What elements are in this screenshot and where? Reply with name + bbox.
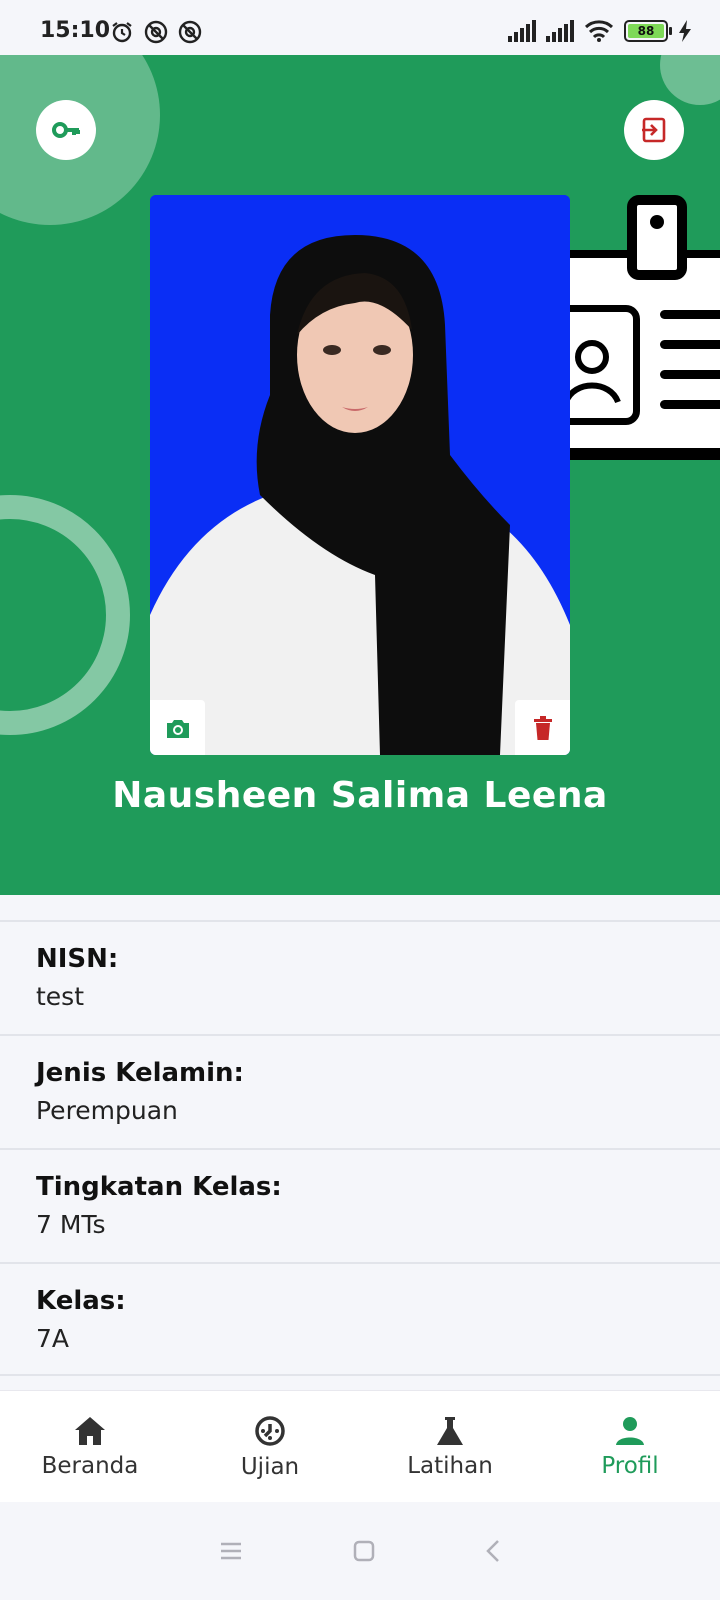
home-square-icon[interactable]: [353, 1540, 375, 1562]
info-item-nisn: NISN: test: [0, 920, 720, 1034]
status-notification-icons: [110, 20, 202, 44]
info-value: 7 MTs: [36, 1210, 106, 1239]
wifi-icon: [584, 20, 614, 42]
delete-photo-button[interactable]: [515, 700, 570, 755]
id-card-clip: [627, 195, 687, 280]
battery-icon: 88: [624, 20, 672, 42]
signal-icon: [508, 20, 536, 42]
info-value: Perempuan: [36, 1096, 178, 1125]
logout-icon: [642, 117, 666, 143]
student-info-list: NISN: test Jenis Kelamin: Perempuan Ting…: [0, 920, 720, 1376]
profile-photo: [150, 195, 570, 755]
change-password-button[interactable]: [36, 100, 96, 160]
info-value: 7A: [36, 1324, 70, 1353]
info-label: NISN:: [36, 944, 119, 974]
logout-button[interactable]: [624, 100, 684, 160]
info-label: Jenis Kelamin:: [36, 1058, 244, 1088]
alarm-icon: [112, 22, 132, 43]
status-time: 15:10: [40, 18, 111, 43]
camera-icon: [166, 719, 189, 738]
student-name: Nausheen Salima Leena: [112, 775, 608, 816]
nav-item-ujian[interactable]: Ujian: [180, 1391, 360, 1502]
home-icon: [75, 1416, 105, 1445]
status-bar: 15:10 88: [0, 0, 720, 55]
battery-level: 88: [628, 24, 664, 38]
nav-label: Ujian: [240, 1453, 300, 1480]
info-item-grade-level: Tingkatan Kelas: 7 MTs: [0, 1148, 720, 1262]
nav-item-profil[interactable]: Profil: [540, 1391, 720, 1502]
id-card-line: [660, 400, 720, 409]
flask-icon: [437, 1416, 463, 1445]
sync-icon: [144, 20, 168, 44]
profile-screen: 15:10 88 Nausheen Salima Leena NISN: tes…: [0, 0, 720, 1600]
info-label: Kelas:: [36, 1286, 126, 1316]
info-item-gender: Jenis Kelamin: Perempuan: [0, 1034, 720, 1148]
info-label: Tingkatan Kelas:: [36, 1172, 282, 1202]
profile-header: Nausheen Salima Leena: [0, 55, 720, 895]
menu-icon[interactable]: [219, 1541, 243, 1561]
info-value: test: [36, 982, 85, 1011]
info-item-class: Kelas: 7A: [0, 1262, 720, 1376]
decorative-ring: [0, 495, 130, 735]
nav-label: Latihan: [407, 1452, 493, 1479]
nav-label: Beranda: [41, 1452, 139, 1479]
sync-icon: [178, 20, 202, 44]
system-navigation-bar: [0, 1502, 720, 1600]
person-portrait: [150, 195, 570, 755]
id-card-line: [660, 370, 720, 379]
key-icon: [52, 122, 80, 138]
trash-icon: [533, 715, 552, 740]
nav-item-beranda[interactable]: Beranda: [0, 1391, 180, 1502]
nav-item-latihan[interactable]: Latihan: [360, 1391, 540, 1502]
nav-label: Profil: [601, 1452, 659, 1479]
timer-icon: [255, 1415, 285, 1446]
back-icon[interactable]: [485, 1539, 501, 1563]
status-system-icons: 88: [508, 20, 692, 42]
change-photo-button[interactable]: [150, 700, 205, 755]
id-card-line: [660, 310, 720, 319]
charging-icon: [679, 20, 691, 42]
id-card-line: [660, 340, 720, 349]
person-icon: [616, 1416, 644, 1445]
decorative-circle: [660, 55, 720, 105]
bottom-navigation: Beranda Ujian Latihan Profil: [0, 1390, 720, 1502]
signal-icon: [546, 20, 574, 42]
